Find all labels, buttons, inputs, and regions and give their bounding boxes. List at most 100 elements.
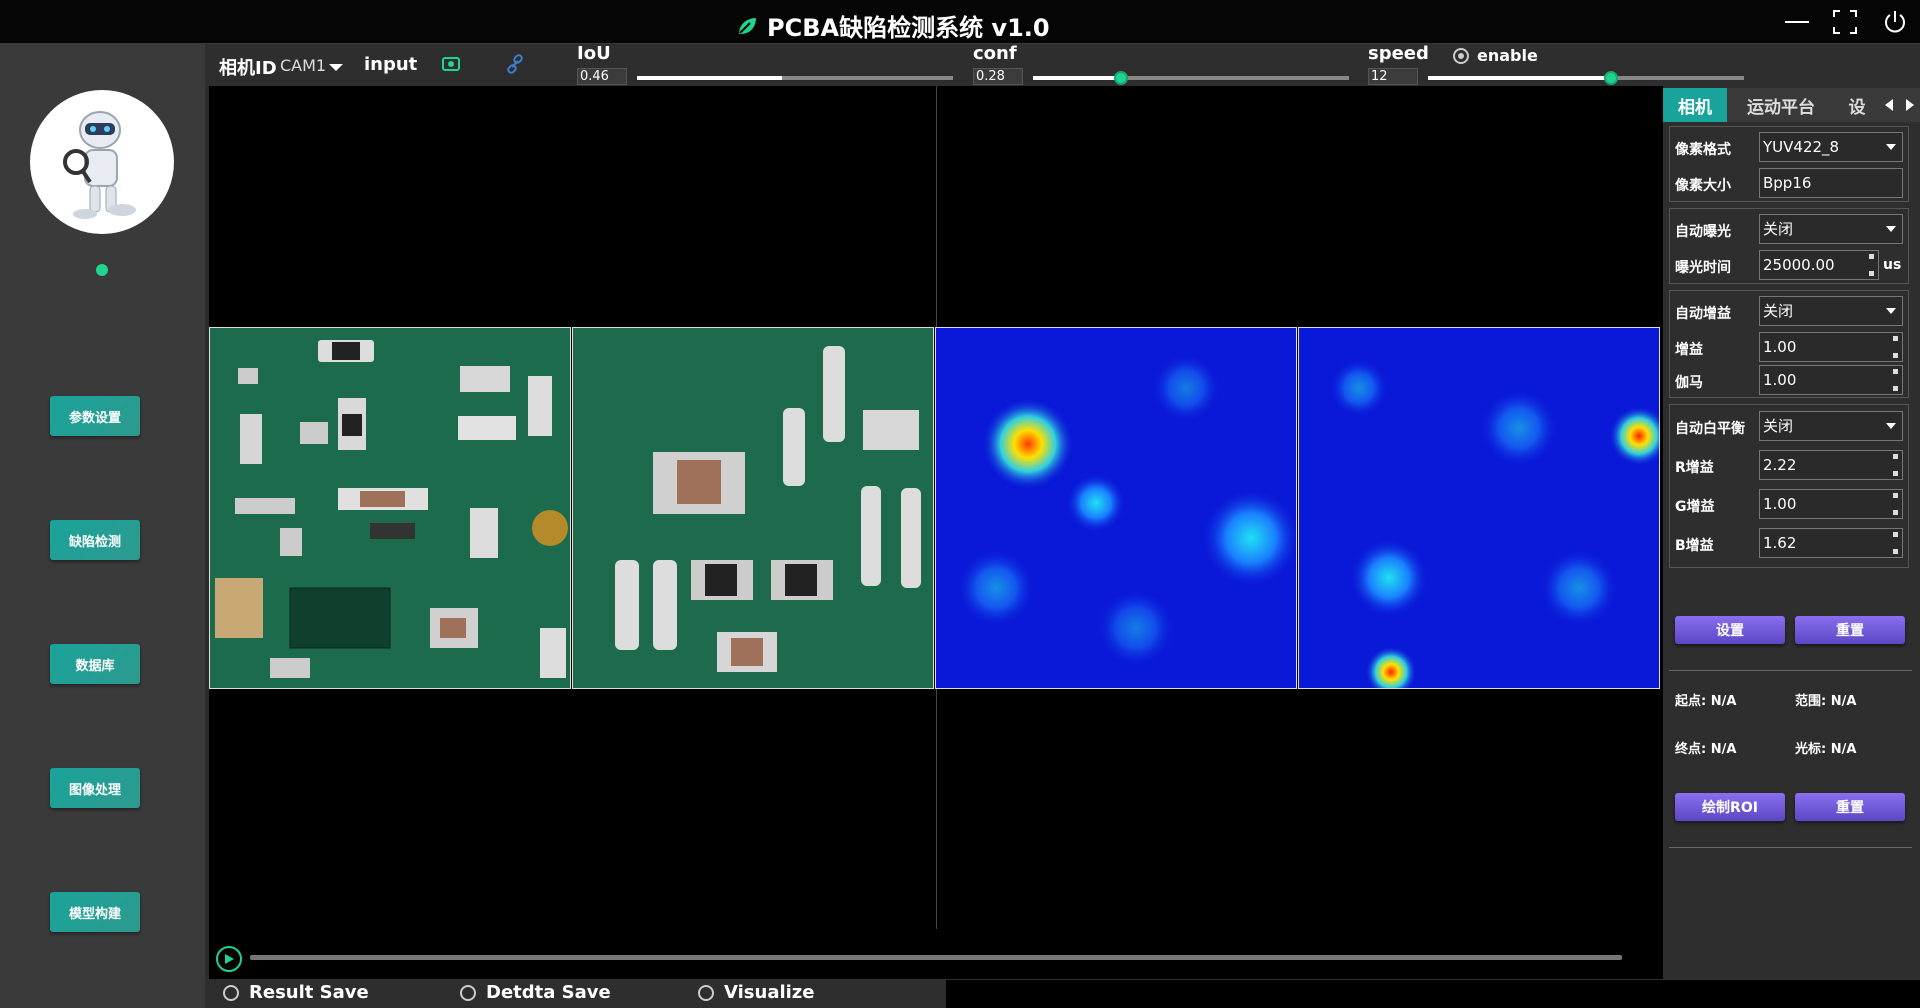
conf-slider[interactable] — [1033, 71, 1349, 85]
speed-slider-knob[interactable] — [1604, 71, 1619, 85]
set-button[interactable]: 设置 — [1675, 616, 1785, 644]
auto-gain-select[interactable]: 关闭 — [1759, 296, 1903, 326]
spin-arrows-icon[interactable] — [1893, 369, 1899, 391]
pixel-size-field[interactable]: Bpp16 — [1759, 168, 1903, 198]
camera-select[interactable]: CAM1 — [280, 56, 326, 75]
iou-slider-fill — [637, 76, 783, 80]
exposure-time-row: 曝光时间 25000.00 us — [1675, 250, 1905, 280]
g-gain-label: G增益 — [1675, 499, 1715, 515]
nav-defect-detection-button[interactable]: 缺陷检测 — [50, 520, 140, 560]
divider — [1669, 847, 1912, 848]
enable-radio[interactable]: enable — [1453, 46, 1538, 65]
control-bar: 相机ID CAM1 input IoU 0.46 conf 0.28 speed… — [205, 43, 1920, 86]
input-label: input — [364, 54, 418, 75]
pixel-format-label: 像素格式 — [1675, 142, 1731, 158]
result-save-radio-circle[interactable] — [223, 984, 239, 1001]
link-icon[interactable] — [505, 54, 525, 74]
gamma-label: 伽马 — [1675, 375, 1703, 391]
minimize-icon[interactable] — [1780, 6, 1814, 38]
auto-exposure-select[interactable]: 关闭 — [1759, 214, 1903, 244]
play-icon — [225, 954, 234, 964]
draw-roi-button[interactable]: 绘制ROI — [1675, 793, 1785, 821]
cursor-text: 光标: N/A — [1795, 742, 1857, 757]
detdta-save-radio[interactable]: Detdta Save — [460, 982, 611, 1003]
g-gain-value: 1.00 — [1763, 495, 1797, 513]
conf-label: conf — [973, 43, 1017, 64]
gain-row: 增益 1.00 — [1675, 332, 1905, 362]
nav-database-button[interactable]: 数据库 — [50, 644, 140, 684]
title-bar: PCBA缺陷检测系统 v1.0 — [0, 0, 1920, 44]
camera-icon[interactable] — [441, 54, 461, 74]
auto-exposure-row: 自动曝光 关闭 — [1675, 214, 1905, 244]
auto-exposure-label: 自动曝光 — [1675, 224, 1731, 240]
play-button[interactable] — [216, 946, 242, 972]
tab-settings[interactable]: 设 — [1835, 88, 1879, 122]
power-icon[interactable] — [1878, 6, 1912, 38]
reset-button[interactable]: 重置 — [1795, 616, 1905, 644]
end-point-text: 终点: N/A — [1675, 742, 1737, 757]
detdta-save-label: Detdta Save — [486, 982, 611, 1003]
conf-value[interactable]: 0.28 — [973, 68, 1023, 85]
gain-group: 自动增益 关闭 增益 1.00 伽马 1.00 — [1669, 290, 1909, 398]
robot-icon — [63, 111, 136, 219]
detdta-save-radio-circle[interactable] — [460, 984, 476, 1001]
b-gain-spinbox[interactable]: 1.62 — [1759, 528, 1903, 558]
gain-value: 1.00 — [1763, 338, 1797, 356]
enable-radio-circle[interactable] — [1453, 47, 1469, 64]
nav-image-processing-button[interactable]: 图像处理 — [50, 768, 140, 808]
exposure-time-spinbox[interactable]: 25000.00 — [1759, 250, 1879, 280]
result-save-radio[interactable]: Result Save — [223, 982, 369, 1003]
tab-motion-platform[interactable]: 运动平台 — [1727, 88, 1835, 122]
nav-model-build-button[interactable]: 模型构建 — [50, 892, 140, 932]
r-gain-spinbox[interactable]: 2.22 — [1759, 450, 1903, 480]
tab-camera[interactable]: 相机 — [1663, 88, 1727, 122]
b-gain-label: B增益 — [1675, 538, 1714, 554]
playback-progress-bar[interactable] — [250, 955, 1622, 960]
camera-id-label: 相机ID — [219, 58, 277, 79]
spin-arrows-icon[interactable] — [1893, 532, 1899, 554]
enable-label: enable — [1477, 46, 1538, 65]
visualize-radio-circle[interactable] — [698, 984, 714, 1001]
r-gain-row: R增益 2.22 — [1675, 450, 1905, 480]
spin-arrows-icon[interactable] — [1893, 493, 1899, 515]
tab-prev-arrow[interactable] — [1879, 88, 1899, 122]
range-text: 范围: N/A — [1795, 694, 1857, 709]
pixel-size-row: 像素大小 Bpp16 — [1675, 168, 1905, 198]
r-gain-label: R增益 — [1675, 460, 1714, 476]
iou-slider[interactable] — [637, 76, 953, 80]
roi-reset-button[interactable]: 重置 — [1795, 793, 1905, 821]
visualize-label: Visualize — [724, 982, 815, 1003]
tab-next-arrow[interactable] — [1899, 88, 1920, 122]
pixel-group: 像素格式 YUV422_8 像素大小 Bpp16 — [1669, 126, 1909, 202]
result-save-label: Result Save — [249, 982, 369, 1003]
leaf-logo-icon — [739, 17, 756, 34]
fullscreen-icon[interactable] — [1828, 6, 1862, 38]
auto-wb-select[interactable]: 关闭 — [1759, 411, 1903, 441]
app-title-text: PCBA缺陷检测系统 v1.0 — [767, 14, 1050, 42]
spin-arrows-icon[interactable] — [1893, 336, 1899, 358]
spin-arrows-icon[interactable] — [1893, 454, 1899, 476]
gain-spinbox[interactable]: 1.00 — [1759, 332, 1903, 362]
g-gain-row: G增益 1.00 — [1675, 489, 1905, 519]
gamma-spinbox[interactable]: 1.00 — [1759, 365, 1903, 395]
white-balance-group: 自动白平衡 关闭 R增益 2.22 G增益 1.00 B增益 1.62 — [1669, 404, 1909, 568]
status-indicator — [96, 264, 108, 276]
pixel-size-label: 像素大小 — [1675, 178, 1731, 194]
pixel-format-select[interactable]: YUV422_8 — [1759, 132, 1903, 162]
visualize-radio[interactable]: Visualize — [698, 982, 814, 1003]
auto-wb-row: 自动白平衡 关闭 — [1675, 411, 1905, 441]
chevron-down-icon[interactable] — [329, 64, 343, 72]
b-gain-value: 1.62 — [1763, 534, 1797, 552]
speed-slider[interactable] — [1428, 71, 1744, 85]
r-gain-value: 2.22 — [1763, 456, 1797, 474]
speed-value[interactable]: 12 — [1368, 68, 1418, 85]
spin-arrows-icon[interactable] — [1869, 254, 1875, 276]
nav-param-settings-button[interactable]: 参数设置 — [50, 396, 140, 436]
sidebar: 参数设置 缺陷检测 数据库 图像处理 模型构建 — [0, 44, 205, 1008]
heatmap-image-1 — [935, 327, 1297, 689]
speed-slider-fill — [1428, 76, 1612, 80]
g-gain-spinbox[interactable]: 1.00 — [1759, 489, 1903, 519]
conf-slider-knob[interactable] — [1114, 71, 1129, 85]
iou-value[interactable]: 0.46 — [577, 68, 627, 85]
exposure-time-value: 25000.00 — [1763, 256, 1835, 274]
